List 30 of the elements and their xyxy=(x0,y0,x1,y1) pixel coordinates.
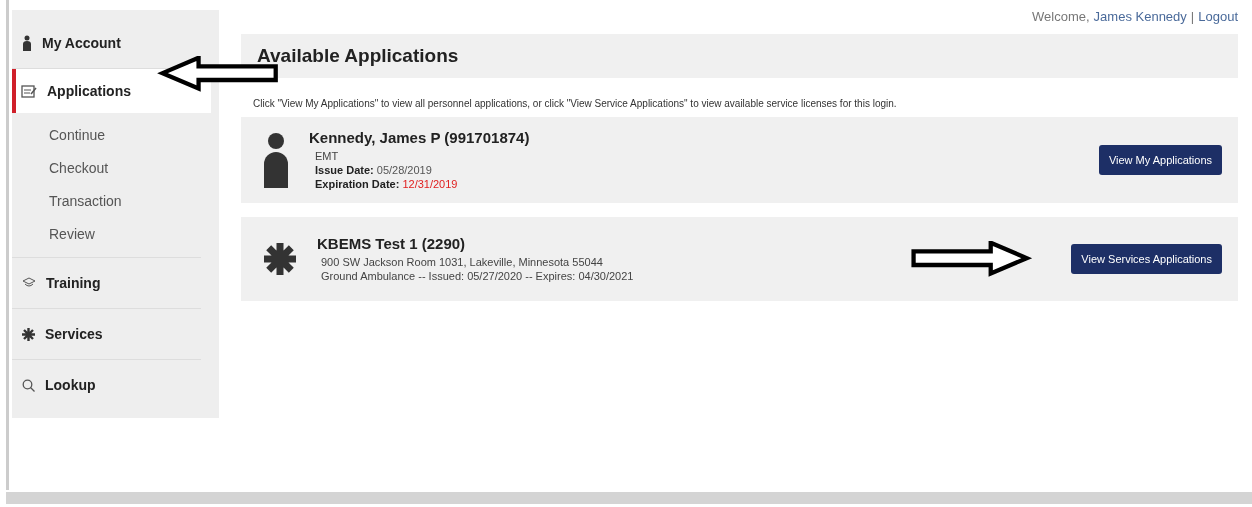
card-title: KBEMS Test 1 (2290) xyxy=(317,235,467,252)
detail-line: Ground Ambulance -- Issued: 05/27/2020 -- Expires: 04/30/2021 xyxy=(320,269,635,283)
graduation-cap-icon xyxy=(22,277,36,289)
view-button[interactable]: View Services Applications xyxy=(1071,244,1222,274)
sidebar-item[interactable]: Services xyxy=(12,309,201,360)
clipboard-icon xyxy=(21,84,37,98)
sidebar-item[interactable]: Applications xyxy=(12,69,211,113)
user-link[interactable]: James Kennedy xyxy=(1093,9,1187,24)
logout-link[interactable]: Logout xyxy=(1198,9,1238,24)
search-icon xyxy=(22,378,35,392)
view-button[interactable]: View My Applications xyxy=(1098,145,1222,175)
date-line: Issue Date: 05/28/2019 xyxy=(314,163,433,177)
asterisk-icon xyxy=(263,242,297,276)
person-icon xyxy=(22,35,32,51)
separator-text: | xyxy=(1190,9,1195,24)
detail-line: EMT xyxy=(314,149,340,163)
sidebar-item[interactable]: Training xyxy=(12,258,201,309)
detail-line: 900 SW Jackson Room 1031, Lakeville, Minnesota 55044 xyxy=(320,255,604,269)
person-icon xyxy=(263,132,289,188)
sidebar-subitem[interactable]: Review xyxy=(12,218,201,251)
intro-text: Click "View My Applications" to view all personnel applications, or click "View Service Applications" to view available service licenses for this login. xyxy=(253,98,898,109)
sidebar-subitem[interactable]: Continue xyxy=(12,119,201,152)
sidebar-subitem[interactable]: Transaction xyxy=(12,185,201,218)
page-title: Available Applications xyxy=(241,34,1238,78)
welcome-text: Welcome, xyxy=(1032,9,1090,24)
asterisk-icon xyxy=(22,327,35,341)
card-title: Kennedy, James P (991701874) xyxy=(309,129,531,146)
sidebar-item[interactable]: Lookup xyxy=(12,360,201,410)
date-line: Expiration Date: 12/31/2019 xyxy=(314,177,459,191)
sidebar-subitem[interactable]: Checkout xyxy=(12,152,201,185)
